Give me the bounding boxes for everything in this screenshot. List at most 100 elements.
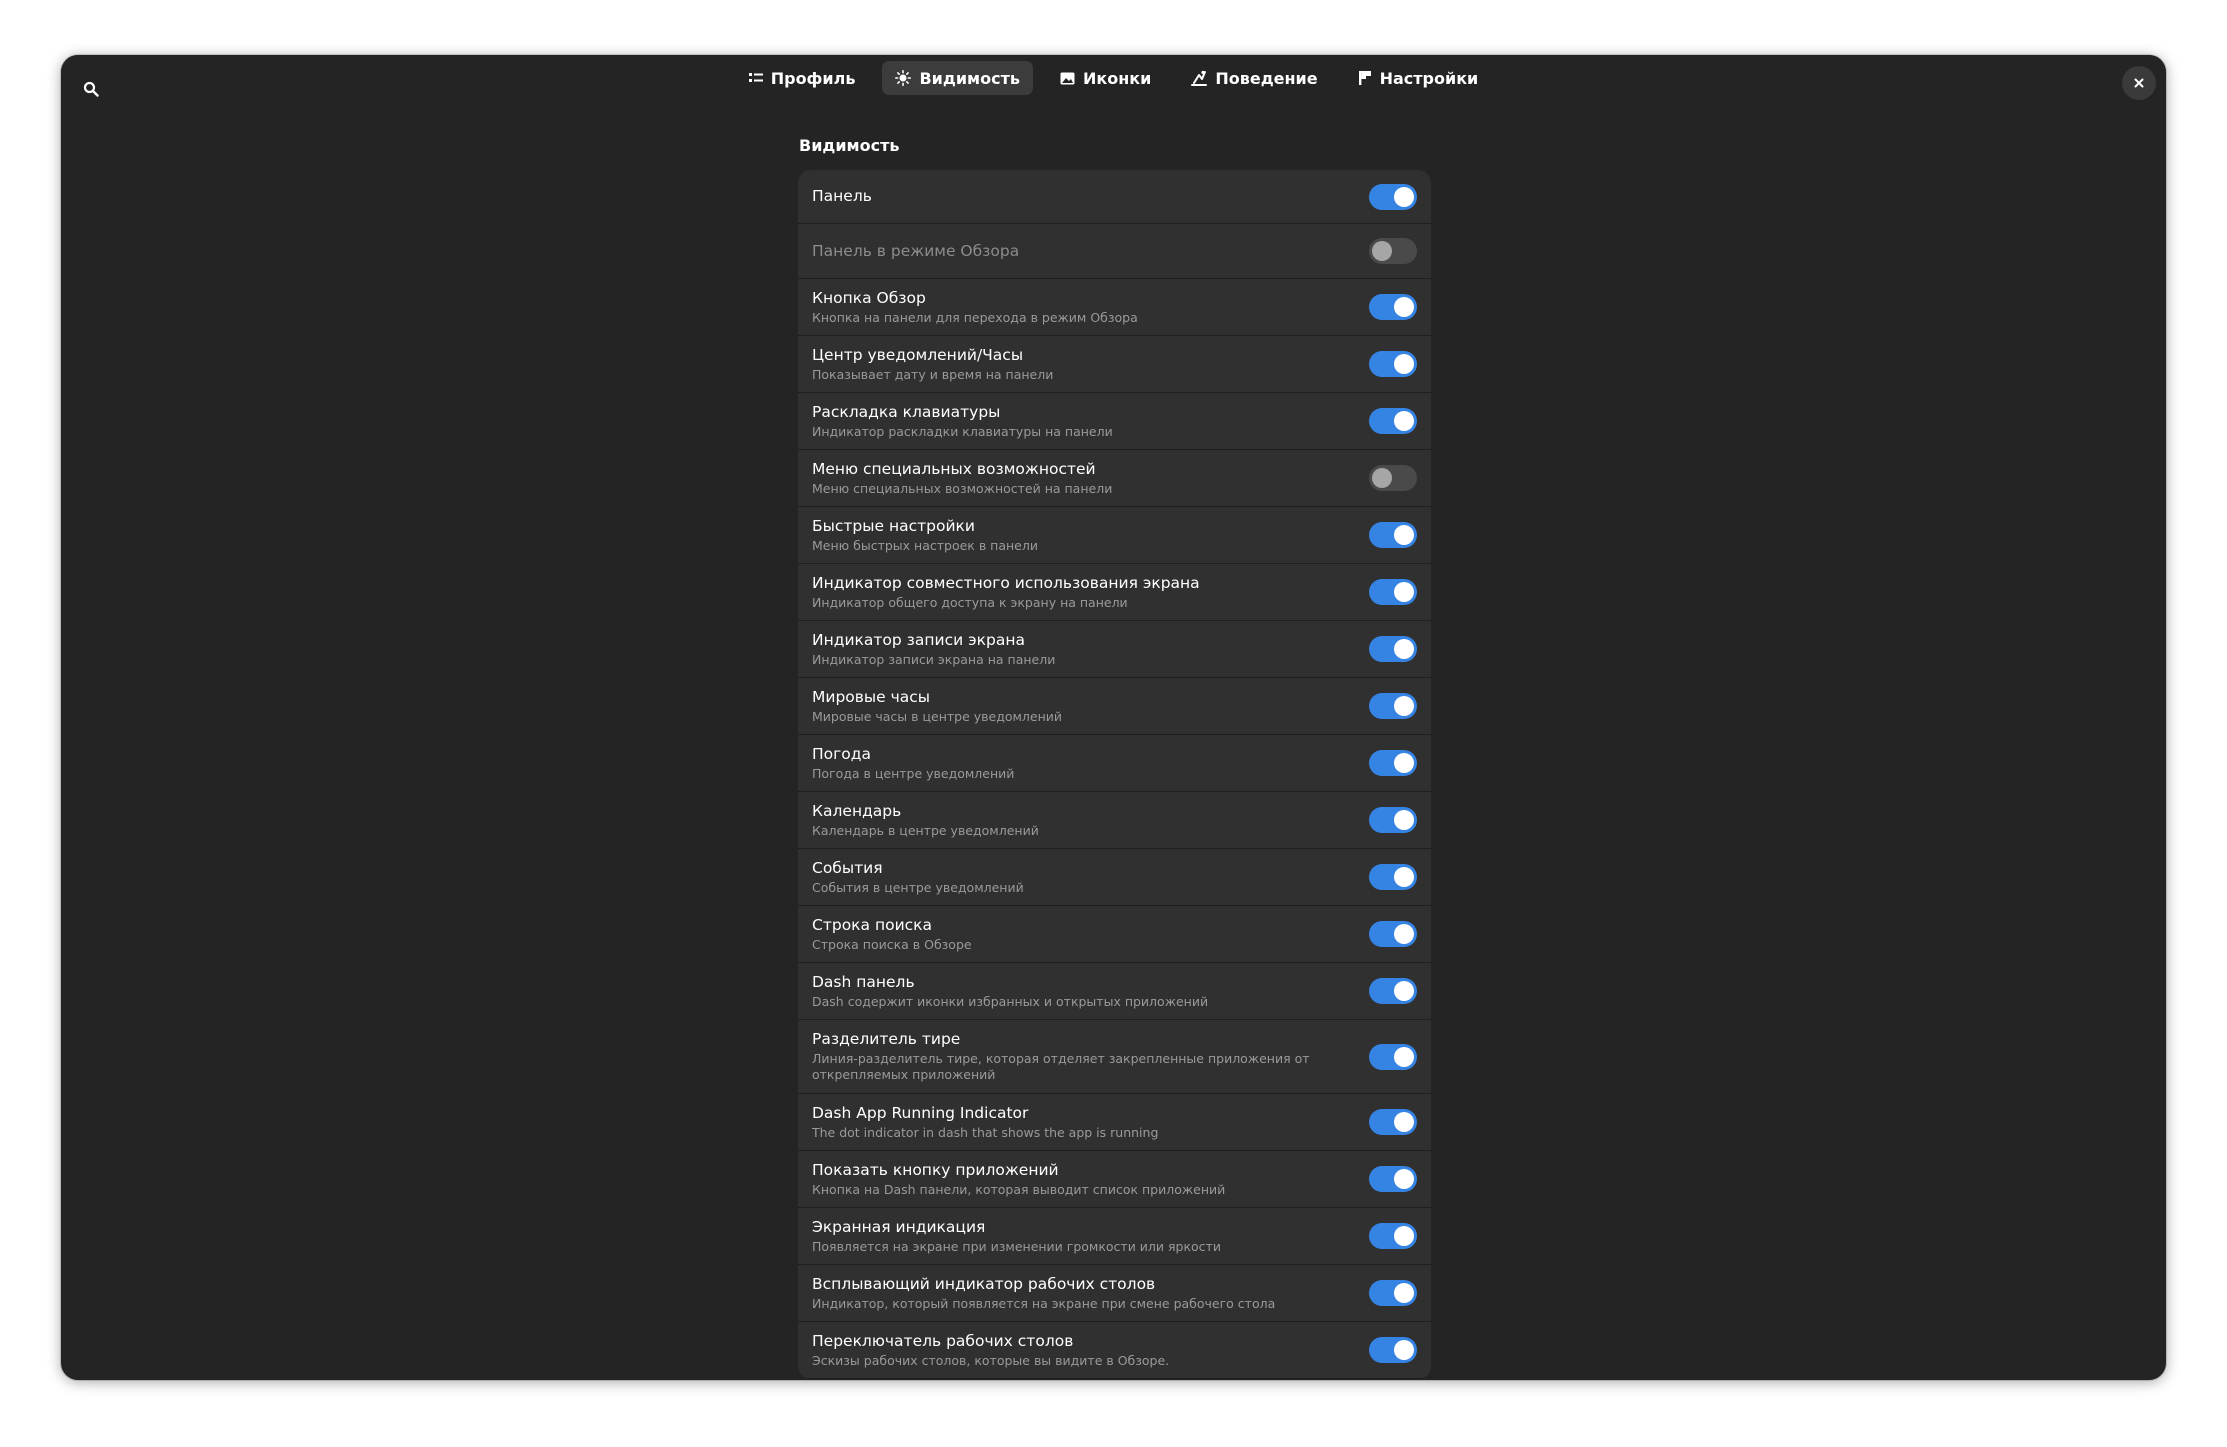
settings-row[interactable]: Кнопка Обзор Кнопка на панели для переход… bbox=[798, 279, 1431, 336]
row-title: Календарь bbox=[812, 801, 902, 820]
settings-row[interactable]: Dash панель Dash содержит иконки избранны… bbox=[798, 963, 1431, 1020]
settings-row[interactable]: Индикатор записи экрана Индикатор записи … bbox=[798, 621, 1431, 678]
row-subtitle: Индикатор, который появляется на экране … bbox=[812, 1295, 1276, 1311]
toggle-switch[interactable] bbox=[1369, 294, 1417, 320]
tab-visibility[interactable]: Видимость bbox=[882, 61, 1033, 95]
sun-icon bbox=[895, 70, 912, 86]
row-subtitle: Индикатор записи экрана на панели bbox=[812, 651, 1056, 667]
toggle-switch[interactable] bbox=[1369, 693, 1417, 719]
tab-icons[interactable]: Иконки bbox=[1047, 61, 1164, 95]
row-subtitle: Линия-разделитель тире, которая отделяет… bbox=[812, 1051, 1310, 1082]
toggle-switch[interactable] bbox=[1369, 921, 1417, 947]
row-text: Быстрые настройки Меню быстрых настроек в… bbox=[812, 517, 1349, 554]
view-switcher: Профиль Видимость Иконки Поведение Настр… bbox=[61, 61, 2166, 95]
toggle-knob bbox=[1394, 696, 1414, 716]
settings-row[interactable]: Dash App Running Indicator The dot indica… bbox=[798, 1094, 1431, 1151]
row-text: Индикатор записи экрана Индикатор записи … bbox=[812, 631, 1349, 668]
toggle-switch[interactable] bbox=[1369, 1337, 1417, 1363]
settings-row[interactable]: Погода Погода в центре уведомлений bbox=[798, 735, 1431, 792]
row-text: Строка поиска Строка поиска в Обзоре bbox=[812, 916, 1349, 953]
toggle-switch[interactable] bbox=[1369, 864, 1417, 890]
settings-row[interactable]: Панель в режиме Обзора bbox=[798, 224, 1431, 279]
tab-profile[interactable]: Профиль bbox=[736, 61, 869, 95]
toggle-switch[interactable] bbox=[1369, 1166, 1417, 1192]
toggle-switch[interactable] bbox=[1369, 1043, 1417, 1070]
row-title: Всплывающий индикатор рабочих столов bbox=[812, 1274, 1156, 1293]
profile-icon bbox=[748, 73, 763, 82]
row-title: Быстрые настройки bbox=[812, 516, 975, 535]
row-subtitle: Появляется на экране при изменении громк… bbox=[812, 1238, 1221, 1254]
toggle-switch[interactable] bbox=[1369, 351, 1417, 377]
row-subtitle: Эскизы рабочих столов, которые вы видите… bbox=[812, 1352, 1170, 1368]
toggle-knob bbox=[1394, 639, 1414, 659]
row-subtitle: Меню быстрых настроек в панели bbox=[812, 537, 1038, 553]
row-title: Строка поиска bbox=[812, 915, 933, 934]
row-title: Раскладка клавиатуры bbox=[812, 402, 1001, 421]
settings-row[interactable]: Центр уведомлений/Часы Показывает дату и … bbox=[798, 336, 1431, 393]
header-bar: Профиль Видимость Иконки Поведение Настр… bbox=[61, 55, 2166, 123]
row-text: Панель bbox=[812, 187, 1349, 206]
row-text: Индикатор совместного использования экра… bbox=[812, 574, 1349, 611]
toggle-switch[interactable] bbox=[1369, 183, 1417, 210]
settings-row[interactable]: Календарь Календарь в центре уведомлений bbox=[798, 792, 1431, 849]
toggle-switch[interactable] bbox=[1369, 807, 1417, 833]
settings-row[interactable]: Панель bbox=[798, 170, 1431, 224]
row-text: Показать кнопку приложений Кнопка на Dash… bbox=[812, 1161, 1349, 1198]
close-button[interactable] bbox=[2122, 66, 2156, 100]
app-window: Профиль Видимость Иконки Поведение Настр… bbox=[61, 55, 2166, 1380]
row-title: Индикатор записи экрана bbox=[812, 630, 1025, 649]
toggle-switch[interactable] bbox=[1369, 465, 1417, 491]
row-title: Погода bbox=[812, 744, 871, 763]
toggle-switch[interactable] bbox=[1369, 579, 1417, 605]
settings-row[interactable]: Переключатель рабочих столов Эскизы рабоч… bbox=[798, 1322, 1431, 1379]
row-title: Переключатель рабочих столов bbox=[812, 1331, 1074, 1350]
settings-row[interactable]: Быстрые настройки Меню быстрых настроек в… bbox=[798, 507, 1431, 564]
toggle-switch[interactable] bbox=[1369, 636, 1417, 662]
toggle-knob bbox=[1394, 525, 1414, 545]
settings-row[interactable]: Строка поиска Строка поиска в Обзоре bbox=[798, 906, 1431, 963]
toggle-switch[interactable] bbox=[1369, 978, 1417, 1004]
tab-label: Иконки bbox=[1082, 68, 1152, 88]
toggle-switch bbox=[1369, 238, 1417, 264]
settings-row[interactable]: Индикатор совместного использования экра… bbox=[798, 564, 1431, 621]
toggle-switch[interactable] bbox=[1369, 1109, 1417, 1135]
row-text: Всплывающий индикатор рабочих столов Инди… bbox=[812, 1275, 1349, 1312]
tab-label: Настройки bbox=[1379, 68, 1479, 88]
row-text: Кнопка Обзор Кнопка на панели для переход… bbox=[812, 289, 1349, 326]
image-icon bbox=[1060, 72, 1075, 84]
row-title: Кнопка Обзор bbox=[812, 288, 926, 307]
toggle-knob bbox=[1394, 810, 1414, 830]
row-title: Мировые часы bbox=[812, 687, 931, 706]
settings-row[interactable]: Раскладка клавиатуры Индикатор раскладки … bbox=[798, 393, 1431, 450]
toggle-switch[interactable] bbox=[1369, 408, 1417, 434]
row-text: Панель в режиме Обзора bbox=[812, 242, 1349, 261]
tab-label: Профиль bbox=[770, 68, 856, 88]
settings-list: Панель Панель в режиме Обзора Кнопка Обзор… bbox=[798, 170, 1431, 1379]
settings-row[interactable]: Разделитель тире Линия-разделитель тире, … bbox=[798, 1020, 1431, 1094]
row-title: Dash App Running Indicator bbox=[812, 1103, 1029, 1122]
toggle-knob bbox=[1394, 981, 1414, 1001]
row-title: События bbox=[812, 858, 883, 877]
row-subtitle: Dash содержит иконки избранных и открыты… bbox=[812, 993, 1209, 1009]
tab-behavior[interactable]: Поведение bbox=[1178, 61, 1330, 95]
close-icon bbox=[2134, 78, 2144, 88]
toggle-switch[interactable] bbox=[1369, 522, 1417, 548]
settings-row[interactable]: Экранная индикация Появляется на экране п… bbox=[798, 1208, 1431, 1265]
settings-row[interactable]: Меню специальных возможностей Меню специа… bbox=[798, 450, 1431, 507]
row-title: Меню специальных возможностей bbox=[812, 459, 1096, 478]
settings-row[interactable]: Показать кнопку приложений Кнопка на Dash… bbox=[798, 1151, 1431, 1208]
toggle-knob bbox=[1394, 297, 1414, 317]
settings-row[interactable]: Мировые часы Мировые часы в центре уведом… bbox=[798, 678, 1431, 735]
toggle-switch[interactable] bbox=[1369, 750, 1417, 776]
settings-row[interactable]: События События в центре уведомлений bbox=[798, 849, 1431, 906]
toggle-knob bbox=[1394, 1340, 1414, 1360]
row-text: Мировые часы Мировые часы в центре уведом… bbox=[812, 688, 1349, 725]
row-text: Экранная индикация Появляется на экране п… bbox=[812, 1218, 1349, 1255]
row-text: Центр уведомлений/Часы Показывает дату и … bbox=[812, 346, 1349, 383]
settings-row[interactable]: Всплывающий индикатор рабочих столов Инди… bbox=[798, 1265, 1431, 1322]
toggle-switch[interactable] bbox=[1369, 1280, 1417, 1306]
row-title: Dash панель bbox=[812, 972, 915, 991]
row-subtitle: Мировые часы в центре уведомлений bbox=[812, 708, 1063, 724]
tab-settings[interactable]: Настройки bbox=[1345, 61, 1492, 95]
toggle-switch[interactable] bbox=[1369, 1223, 1417, 1249]
